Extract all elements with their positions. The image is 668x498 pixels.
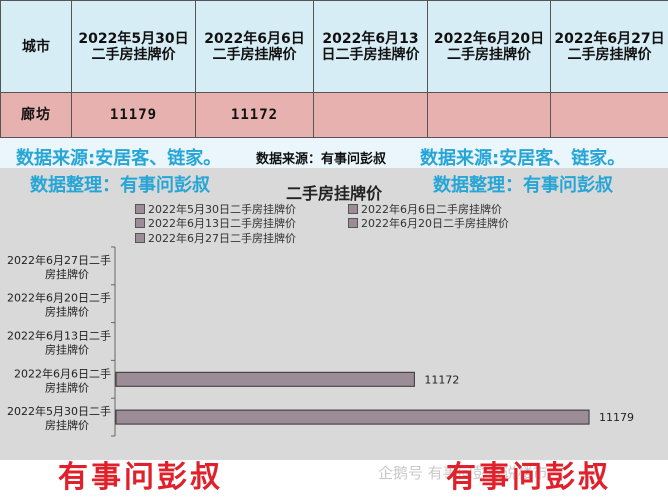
category-tick-label: 2022年6月20日二手房挂牌价: [7, 291, 111, 319]
category-tick-label: 2022年6月13日二手房挂牌价: [7, 329, 111, 357]
bar: [115, 371, 415, 387]
bar-data-label: 11172: [424, 373, 459, 386]
bar: [115, 409, 590, 425]
bar-data-label: 11179: [599, 411, 634, 424]
category-tick-label: 2022年6月27日二手房挂牌价: [7, 253, 111, 281]
category-tick-label: 2022年5月30日二手房挂牌价: [7, 404, 111, 432]
signature-left: 有事问彭叔: [58, 460, 223, 495]
bar-chart: 2022年5月30日二手房挂牌价 11179 2022年6月6日二手房挂牌价 1117…: [7, 246, 634, 437]
category-tick-label: 2022年6月6日二手房挂牌价: [14, 366, 111, 394]
signature-right: 有事问彭叔: [446, 460, 611, 495]
